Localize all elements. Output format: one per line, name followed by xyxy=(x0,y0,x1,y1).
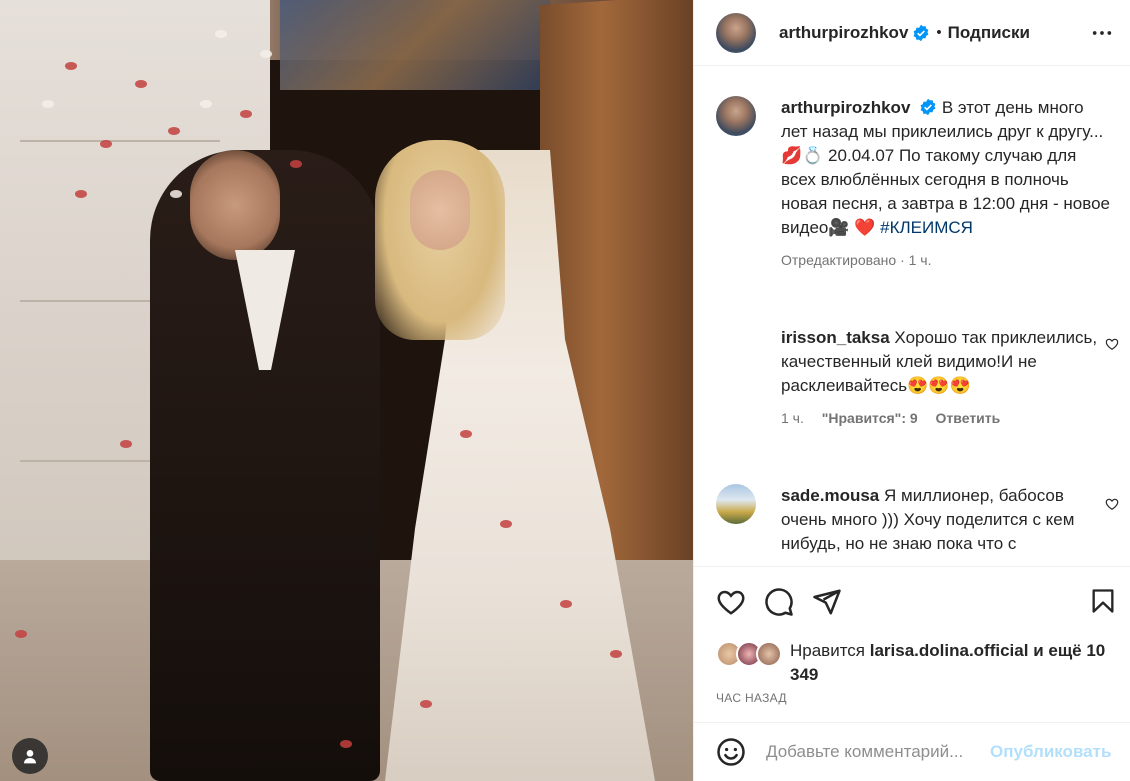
heart-icon[interactable] xyxy=(1105,337,1119,351)
more-options-icon[interactable] xyxy=(1091,22,1113,44)
likes-user[interactable]: larisa.dolina.official xyxy=(870,641,1029,660)
add-comment-bar: Опубликовать xyxy=(694,722,1130,781)
petal xyxy=(100,140,112,148)
verified-badge-icon xyxy=(920,98,936,116)
petal xyxy=(65,62,77,70)
comment-item: sade.mousa Я миллионер, бабосов очень мн… xyxy=(716,484,1111,556)
publish-button[interactable]: Опубликовать xyxy=(990,742,1111,762)
comment-avatar[interactable] xyxy=(716,484,756,524)
petal xyxy=(260,50,272,58)
comment-input[interactable] xyxy=(766,742,986,762)
comment-avatar-space xyxy=(716,326,756,366)
comment-username[interactable]: irisson_taksa xyxy=(781,328,890,347)
comment-time: 1 ч. xyxy=(781,410,804,426)
caption-meta: Отредактировано · 1 ч. xyxy=(781,252,932,268)
petal xyxy=(500,520,512,528)
petal xyxy=(200,100,212,108)
liker-avatars[interactable] xyxy=(716,639,786,667)
photo-detail xyxy=(20,140,220,142)
comment-icon[interactable] xyxy=(764,587,794,617)
action-icons xyxy=(716,587,842,617)
caption-body: arthurpirozhkov В этот день много лет на… xyxy=(781,96,1111,272)
petal xyxy=(42,100,54,108)
petal xyxy=(75,190,87,198)
caption-hashtag[interactable]: #КЛЕИМСЯ xyxy=(880,218,973,237)
author-avatar[interactable] xyxy=(716,96,756,136)
likes-prefix: Нравится xyxy=(790,641,870,660)
heart-icon[interactable] xyxy=(716,587,746,617)
comment-likes[interactable]: "Нравится": 9 xyxy=(822,410,918,426)
petal xyxy=(610,650,622,658)
post-time[interactable]: ЧАС НАЗАД xyxy=(716,691,787,705)
bookmark-icon[interactable] xyxy=(1089,587,1117,615)
post-actions: Нравится larisa.dolina.official и ещё 10… xyxy=(694,566,1130,716)
author-username[interactable]: arthurpirozhkov xyxy=(779,23,908,43)
share-icon[interactable] xyxy=(812,587,842,617)
petal xyxy=(215,30,227,38)
caption-text: В этот день много лет назад мы приклеили… xyxy=(781,98,1111,237)
likes-summary: Нравится larisa.dolina.official и ещё 10… xyxy=(716,639,1120,687)
petal xyxy=(120,440,132,448)
petal xyxy=(170,190,182,198)
photo-groom-head xyxy=(190,150,280,260)
petal xyxy=(168,127,180,135)
comment-reply-button[interactable]: Ответить xyxy=(936,410,1001,426)
petal xyxy=(420,700,432,708)
user-tag-icon xyxy=(24,750,36,764)
comment-meta: 1 ч. "Нравится": 9 Ответить xyxy=(781,406,1111,430)
petal xyxy=(560,600,572,608)
emoji-icon[interactable] xyxy=(716,737,746,767)
post-header: arthurpirozhkov • Подписки xyxy=(694,0,1130,66)
liker-avatar xyxy=(756,641,782,667)
comment-item: irisson_taksa Хорошо так приклеились, ка… xyxy=(716,326,1111,430)
likes-text: Нравится larisa.dolina.official и ещё 10… xyxy=(790,639,1120,687)
following-button[interactable]: Подписки xyxy=(948,23,1030,43)
tagged-users-button[interactable] xyxy=(12,738,48,774)
heart-icon[interactable] xyxy=(1105,497,1119,511)
verified-badge-icon xyxy=(913,24,929,41)
post-details-panel: arthurpirozhkov • Подписки arthurpirozhk… xyxy=(693,0,1130,781)
post-photo[interactable] xyxy=(0,0,693,781)
photo-window xyxy=(280,0,550,90)
comments-list[interactable]: arthurpirozhkov В этот день много лет на… xyxy=(694,66,1130,566)
author-avatar[interactable] xyxy=(716,12,756,53)
caption-username[interactable]: arthurpirozhkov xyxy=(781,98,910,117)
petal xyxy=(340,740,352,748)
comment-body: irisson_taksa Хорошо так приклеились, ка… xyxy=(781,326,1111,430)
petal xyxy=(135,80,147,88)
comment-body: sade.mousa Я миллионер, бабосов очень мн… xyxy=(781,484,1111,556)
post-caption: arthurpirozhkov В этот день много лет на… xyxy=(716,96,1111,272)
photo-bride-face xyxy=(410,170,470,250)
petal xyxy=(240,110,252,118)
header-dot: • xyxy=(936,24,942,41)
petal xyxy=(290,160,302,168)
comment-username[interactable]: sade.mousa xyxy=(781,486,879,505)
petal xyxy=(460,430,472,438)
caption-heart: ❤️ xyxy=(854,218,876,237)
petal xyxy=(15,630,27,638)
